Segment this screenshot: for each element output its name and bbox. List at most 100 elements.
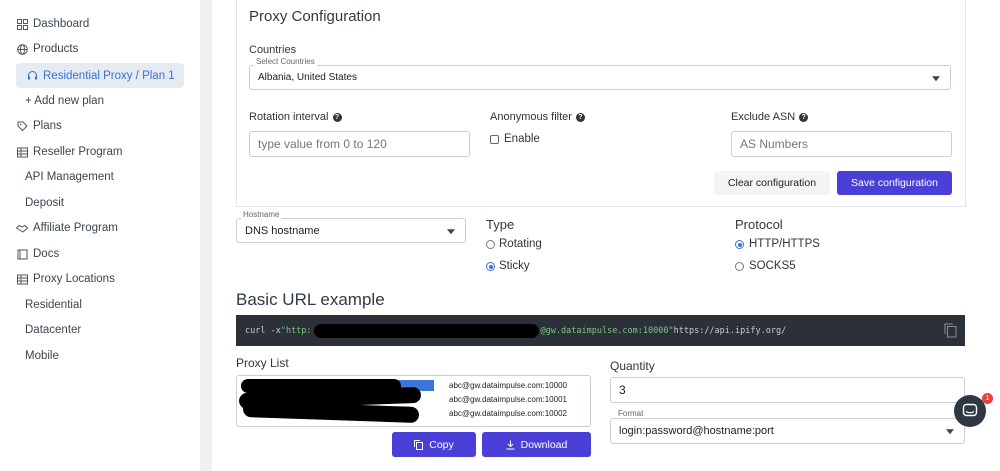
sidebar-item-plans[interactable]: Plans xyxy=(16,114,62,138)
type-rotating-radio[interactable] xyxy=(486,240,495,249)
sidebar-item-docs[interactable]: Docs xyxy=(16,242,59,266)
sidebar-item-deposit[interactable]: Deposit xyxy=(25,191,64,215)
chevron-down-icon xyxy=(447,228,455,234)
rotation-interval-text: Rotation interval xyxy=(249,111,329,123)
sidebar-item-label: Dashboard xyxy=(33,18,90,30)
protocol-label: Protocol xyxy=(735,217,783,232)
sidebar-item-label: Plans xyxy=(33,120,62,132)
sidebar-item-affiliate-program[interactable]: Affiliate Program xyxy=(16,216,118,240)
sidebar-item-add-new-plan[interactable]: + Add new plan xyxy=(25,89,104,113)
sidebar-item-label: Products xyxy=(33,43,79,55)
exclude-asn-text: Exclude ASN xyxy=(731,111,796,123)
sidebar-item-proxy-locations[interactable]: Proxy Locations xyxy=(16,267,115,291)
download-button[interactable]: Download xyxy=(482,432,591,457)
protocol-http-label: HTTP/HTTPS xyxy=(749,238,820,250)
rotation-interval-label: Rotation interval? xyxy=(249,111,342,123)
exclude-asn-placeholder: AS Numbers xyxy=(740,137,809,151)
sidebar-item-label: Datacenter xyxy=(25,324,82,336)
sidebar-item-api-management[interactable]: API Management xyxy=(25,165,114,189)
sidebar: Dashboard Products Residential Proxy / P… xyxy=(0,0,200,471)
curl-target: https://api.ipify.org/ xyxy=(673,325,787,336)
sidebar-item-residential[interactable]: Residential xyxy=(25,293,82,317)
quantity-value: 3 xyxy=(619,383,626,397)
proxy-line: abc@gw.dataimpulse.com:10002 xyxy=(449,409,567,418)
protocol-http-radio[interactable] xyxy=(735,240,744,249)
type-sticky-radio[interactable] xyxy=(486,262,495,271)
exclude-asn-input[interactable]: AS Numbers xyxy=(731,131,952,157)
countries-value: Albania, United States xyxy=(258,72,357,83)
type-rotating-label: Rotating xyxy=(499,238,542,250)
curl-host: @gw.dataimpulse.com:10000" xyxy=(540,325,674,336)
sidebar-item-label: Residential xyxy=(25,299,82,311)
curl-command-bar: curl -x "http: @gw.dataimpulse.com:10000… xyxy=(236,315,965,346)
clear-configuration-button[interactable]: Clear configuration xyxy=(714,171,830,195)
curl-quote-open: "http: xyxy=(280,325,312,336)
globe-icon xyxy=(16,43,28,55)
tag-icon xyxy=(16,120,28,132)
table-icon xyxy=(16,273,28,285)
quantity-input[interactable]: 3 xyxy=(610,377,965,403)
redacted-credentials xyxy=(242,400,420,424)
help-icon[interactable]: ? xyxy=(575,112,585,122)
sidebar-item-label: API Management xyxy=(25,171,114,183)
book-icon xyxy=(16,248,28,260)
sidebar-item-label: Affiliate Program xyxy=(33,222,118,234)
protocol-socks5-label: SOCKS5 xyxy=(749,260,796,272)
curl-prefix: curl -x xyxy=(245,325,281,336)
proxy-list-label: Proxy List xyxy=(236,356,289,370)
sidebar-item-label: Proxy Locations xyxy=(33,273,115,285)
sidebar-item-label: + Add new plan xyxy=(25,95,104,107)
hostname-value: DNS hostname xyxy=(245,224,320,237)
type-sticky-label: Sticky xyxy=(499,260,530,272)
handshake-icon xyxy=(16,222,28,234)
format-value: login:password@hostname:port xyxy=(619,425,774,437)
protocol-socks5-radio[interactable] xyxy=(735,262,744,271)
chevron-down-icon xyxy=(932,75,940,81)
rotation-interval-placeholder: type value from 0 to 120 xyxy=(258,137,387,151)
copy-button-label: Copy xyxy=(429,438,454,451)
proxy-line: abc@gw.dataimpulse.com:10001 xyxy=(449,395,567,404)
hostname-select[interactable]: DNS hostname xyxy=(236,218,466,243)
chat-notification-badge: 1 xyxy=(982,393,993,404)
anonymous-filter-checkbox[interactable] xyxy=(490,135,499,144)
sidebar-item-label: Residential Proxy / Plan 1 xyxy=(43,69,175,82)
copy-button[interactable]: Copy xyxy=(392,432,476,457)
type-label: Type xyxy=(486,217,515,232)
anonymous-filter-label: Anonymous filter? xyxy=(490,111,585,123)
sidebar-item-label: Reseller Program xyxy=(33,146,123,158)
help-icon[interactable]: ? xyxy=(332,112,342,122)
copy-icon[interactable] xyxy=(944,323,957,341)
rotation-interval-input[interactable]: type value from 0 to 120 xyxy=(249,131,470,157)
sidebar-item-reseller-program[interactable]: Reseller Program xyxy=(16,140,122,164)
chevron-down-icon xyxy=(946,429,954,435)
chat-bubble-icon xyxy=(962,403,978,419)
hostname-label: Hostname xyxy=(241,210,282,219)
headset-icon xyxy=(26,70,38,82)
format-label: Format xyxy=(616,409,646,418)
sidebar-item-datacenter[interactable]: Datacenter xyxy=(25,318,81,342)
sidebar-item-products[interactable]: Products xyxy=(16,37,78,61)
sidebar-item-residential-proxy-plan[interactable]: Residential Proxy / Plan 1 xyxy=(16,63,184,88)
config-title: Proxy Configuration xyxy=(249,8,381,25)
download-button-label: Download xyxy=(520,438,568,451)
help-icon[interactable]: ? xyxy=(799,112,809,122)
download-icon xyxy=(506,440,515,450)
exclude-asn-label: Exclude ASN? xyxy=(731,111,809,123)
quantity-label: Quantity xyxy=(610,359,655,373)
sidebar-item-label: Mobile xyxy=(25,350,59,362)
table-icon xyxy=(16,146,28,158)
proxy-line: abc@gw.dataimpulse.com:10000 xyxy=(449,381,567,390)
anonymous-filter-enable-label: Enable xyxy=(504,133,540,145)
redacted-credentials xyxy=(313,323,539,338)
format-select[interactable]: login:password@hostname:port xyxy=(610,418,965,444)
countries-select[interactable]: Albania, United States xyxy=(249,65,951,90)
basic-url-title: Basic URL example xyxy=(236,290,385,309)
sidebar-item-label: Docs xyxy=(33,248,60,260)
proxy-list-textarea[interactable]: abc@gw.dataimpulse.com:10000 abc@gw.data… xyxy=(236,375,591,427)
grid-icon xyxy=(16,18,28,30)
sidebar-item-label: Deposit xyxy=(25,197,64,209)
sidebar-item-dashboard[interactable]: Dashboard xyxy=(16,12,89,36)
countries-label: Countries xyxy=(249,44,297,56)
save-configuration-button[interactable]: Save configuration xyxy=(837,171,952,195)
sidebar-item-mobile[interactable]: Mobile xyxy=(25,344,59,368)
